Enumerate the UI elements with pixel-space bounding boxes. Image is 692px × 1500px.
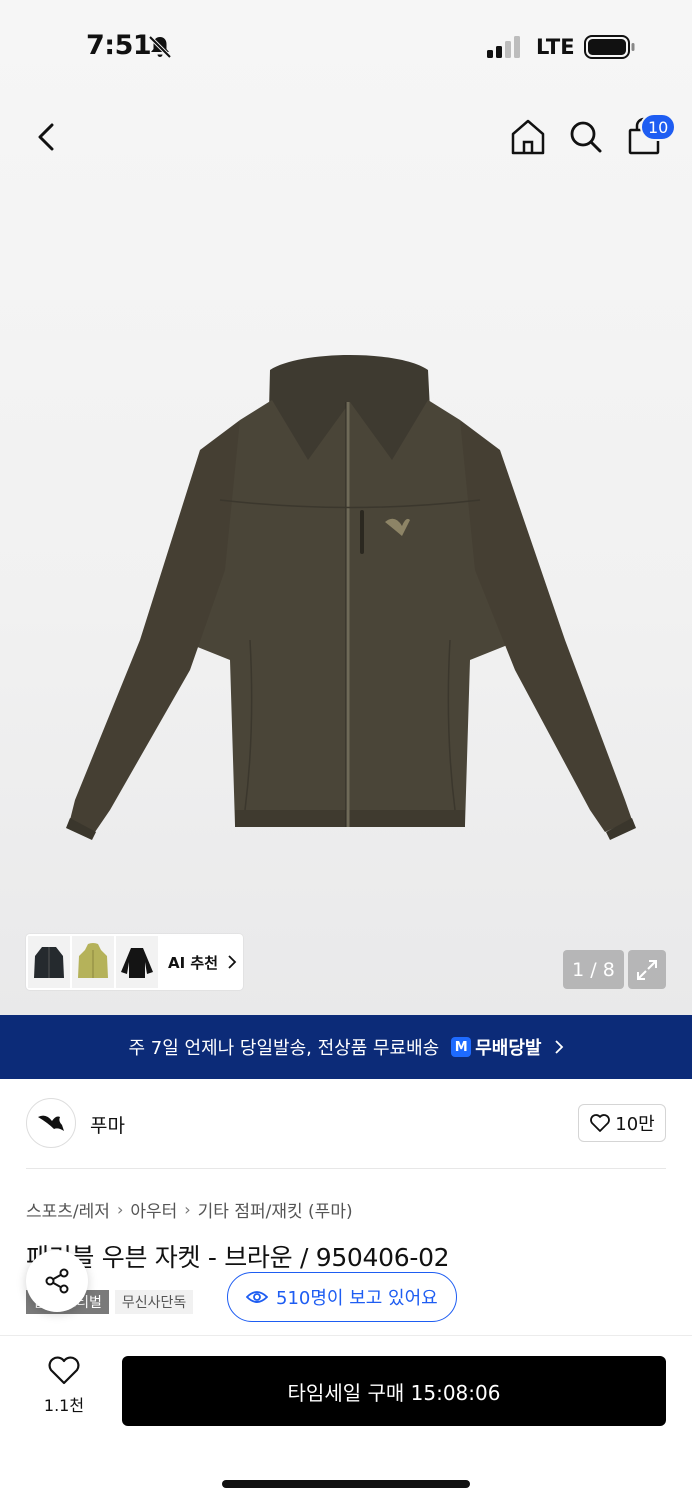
share-icon xyxy=(45,1268,69,1294)
breadcrumb-separator: › xyxy=(116,1200,124,1219)
home-icon[interactable] xyxy=(508,116,548,158)
breadcrumb-separator: › xyxy=(184,1200,191,1219)
viewers-pill: 510명이 보고 있어요 xyxy=(227,1272,457,1322)
home-indicator xyxy=(222,1480,470,1488)
image-counter: 1 / 8 xyxy=(563,950,624,989)
tag-exclusive: 무신사단독 xyxy=(114,1290,194,1314)
brand-row: 푸마 10만 xyxy=(26,1098,666,1150)
brand-like-count: 10만 xyxy=(615,1114,655,1135)
signal-icon xyxy=(487,36,520,58)
expand-button[interactable] xyxy=(628,950,666,989)
status-time: 7:51 xyxy=(86,30,152,61)
divider xyxy=(26,1168,666,1169)
heart-icon xyxy=(590,1114,611,1132)
wishlist-count: 1.1천 xyxy=(43,1396,85,1415)
bell-slash-icon xyxy=(148,35,172,59)
ai-thumb-yellow-jacket[interactable] xyxy=(72,936,114,988)
timesale-buy-button[interactable]: 타임세일 구매 15:08:06 xyxy=(122,1356,666,1426)
puma-logo-icon xyxy=(38,1115,64,1131)
heart-icon xyxy=(48,1356,80,1385)
shipping-brand: 무배당발 xyxy=(475,1038,542,1059)
shipping-banner[interactable]: 주 7일 언제나 당일발송, 전상품 무료배송 M 무배당발 xyxy=(0,1015,692,1079)
breadcrumb-item[interactable]: 기타 점퍼/재킷 (푸마) xyxy=(198,1197,353,1222)
product-gallery[interactable]: 7:51 LTE 10 AI 추천 1 / 8 xyxy=(0,0,692,1015)
product-image-jacket[interactable] xyxy=(50,340,650,860)
back-arrow-icon[interactable] xyxy=(28,117,66,157)
ai-thumb-dark-jacket[interactable] xyxy=(28,936,70,988)
shipping-logo: M xyxy=(451,1037,472,1057)
status-bar: 7:51 LTE xyxy=(0,0,692,95)
chevron-right-icon xyxy=(554,1040,563,1054)
wishlist-button[interactable]: 1.1천 xyxy=(30,1356,98,1430)
shipping-text: 주 7일 언제나 당일발송, 전상품 무료배송 xyxy=(128,1038,440,1059)
ai-recommend-label: AI 추천 xyxy=(168,953,219,972)
viewers-text: 510명이 보고 있어요 xyxy=(276,1288,438,1309)
product-title: 패커블 우븐 자켓 - 브라운 / 950406-02 xyxy=(26,1243,450,1272)
bottom-purchase-bar: 1.1천 타임세일 구매 15:08:06 xyxy=(0,1335,692,1500)
battery-icon xyxy=(584,35,635,59)
ai-recommend-bar[interactable]: AI 추천 xyxy=(26,934,243,990)
brand-logo[interactable] xyxy=(26,1098,76,1148)
eye-icon xyxy=(246,1291,268,1303)
ai-thumb-black-jacket[interactable] xyxy=(116,936,158,988)
chevron-right-icon xyxy=(228,955,237,969)
breadcrumb-item[interactable]: 아우터 xyxy=(130,1197,177,1222)
breadcrumb-item[interactable]: 스포츠/레저 xyxy=(26,1197,110,1222)
network-label: LTE xyxy=(536,35,575,59)
breadcrumb: 스포츠/레저 › 아우터 › 기타 점퍼/재킷 (푸마) xyxy=(26,1197,353,1222)
dark-jacket-thumbnail xyxy=(34,947,64,978)
black-jacket-thumbnail xyxy=(121,948,153,978)
cart-count-badge: 10 xyxy=(640,113,677,141)
share-button[interactable] xyxy=(26,1250,88,1312)
brand-like-button[interactable]: 10만 xyxy=(578,1104,666,1142)
brand-name[interactable]: 푸마 xyxy=(90,1111,125,1138)
yellow-jacket-thumbnail xyxy=(78,943,108,978)
expand-icon xyxy=(637,959,657,980)
search-icon[interactable] xyxy=(566,116,606,158)
